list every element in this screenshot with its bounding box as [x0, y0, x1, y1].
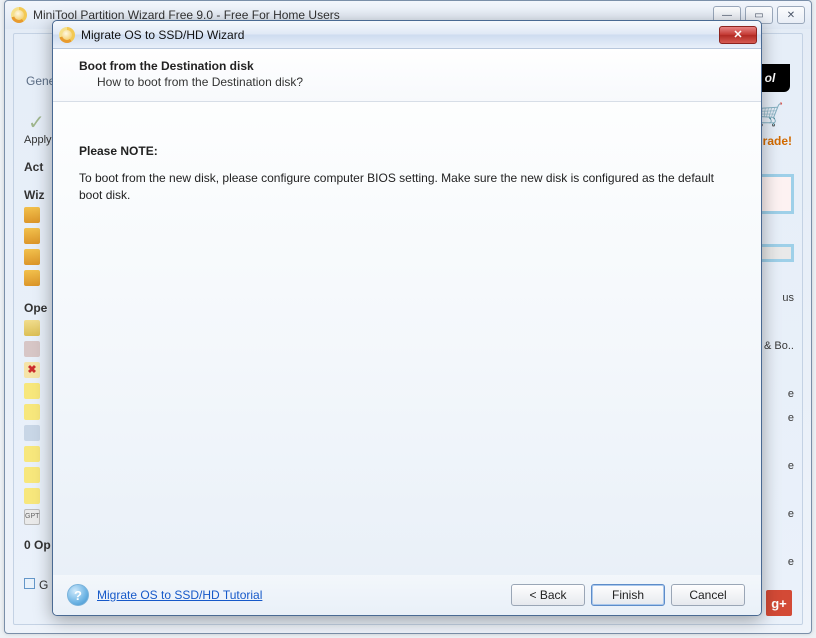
wizard-icon	[24, 249, 40, 265]
gpt-icon: GPT	[24, 509, 40, 525]
dialog-header: Boot from the Destination disk How to bo…	[53, 49, 761, 102]
migrate-wizard-dialog: Migrate OS to SSD/HD Wizard ✕ Boot from …	[52, 20, 762, 616]
legend-g: G	[39, 578, 48, 592]
dialog-body: Please NOTE: To boot from the new disk, …	[53, 102, 761, 575]
delete-icon: ✖	[24, 362, 40, 378]
op-icon	[24, 383, 40, 399]
apply-check-icon	[28, 110, 50, 132]
google-plus-icon[interactable]: g+	[766, 590, 792, 616]
dialog-title: Migrate OS to SSD/HD Wizard	[81, 28, 244, 42]
op-icon	[24, 488, 40, 504]
op-icon	[24, 404, 40, 420]
wizard-icon	[24, 207, 40, 223]
dialog-close-button[interactable]: ✕	[719, 26, 757, 44]
dialog-footer: ? Migrate OS to SSD/HD Tutorial < Back F…	[53, 575, 761, 615]
app-icon	[59, 27, 75, 43]
legend-checkbox	[24, 578, 35, 589]
format-icon	[24, 320, 40, 336]
app-icon	[11, 7, 27, 23]
note-icon	[24, 467, 40, 483]
tools-icon	[24, 341, 40, 357]
op-icon	[24, 446, 40, 462]
dialog-step-title: Boot from the Destination disk	[79, 59, 761, 73]
note-text: To boot from the new disk, please config…	[79, 170, 739, 205]
cancel-button[interactable]: Cancel	[671, 584, 745, 606]
note-heading: Please NOTE:	[79, 144, 739, 158]
wizard-icon	[24, 270, 40, 286]
disk-icon	[24, 425, 40, 441]
dialog-titlebar[interactable]: Migrate OS to SSD/HD Wizard ✕	[53, 21, 761, 49]
finish-button[interactable]: Finish	[591, 584, 665, 606]
main-close-button[interactable]: ✕	[777, 6, 805, 24]
back-button[interactable]: < Back	[511, 584, 585, 606]
tutorial-link[interactable]: Migrate OS to SSD/HD Tutorial	[97, 588, 262, 602]
help-icon[interactable]: ?	[67, 584, 89, 606]
wizard-icon	[24, 228, 40, 244]
dialog-step-subtitle: How to boot from the Destination disk?	[97, 75, 761, 89]
